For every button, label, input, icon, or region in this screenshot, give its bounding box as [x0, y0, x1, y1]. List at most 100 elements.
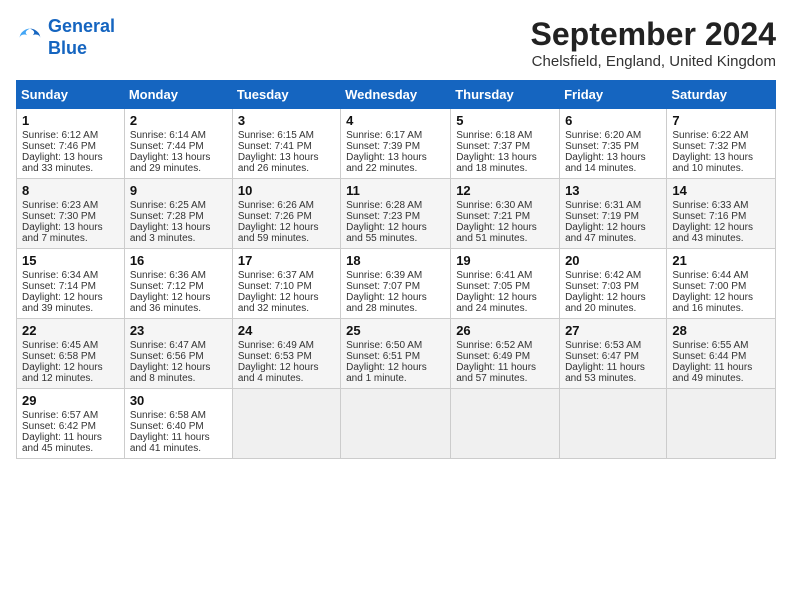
- cell-line: and 28 minutes.: [346, 303, 445, 314]
- day-number: 14: [672, 183, 770, 198]
- day-number: 26: [456, 323, 554, 338]
- calendar-cell: 13Sunrise: 6:31 AMSunset: 7:19 PMDayligh…: [560, 179, 667, 249]
- header-cell-wednesday: Wednesday: [341, 81, 451, 109]
- cell-line: and 51 minutes.: [456, 233, 554, 244]
- cell-line: Daylight: 12 hours: [565, 292, 661, 303]
- logo-text: General Blue: [48, 16, 115, 59]
- calendar-cell: 25 Sunrise: 6:50 AMSunset: 6:51 PMDayligh…: [341, 319, 451, 389]
- day-number: 15: [22, 253, 119, 268]
- day-number: 9: [130, 183, 227, 198]
- cell-line: and 53 minutes.: [565, 373, 661, 384]
- cell-line: Daylight: 11 hours: [456, 362, 554, 373]
- cell-line: Sunrise: 6:25 AM: [130, 200, 227, 211]
- day-number: 22: [22, 323, 119, 338]
- cell-line: Sunrise: 6:12 AM: [22, 130, 119, 141]
- day-number: 16: [130, 253, 227, 268]
- cell-line: and 45 minutes.: [22, 443, 119, 454]
- cell-line: Daylight: 11 hours: [565, 362, 661, 373]
- cell-line: Sunset: 7:46 PM: [22, 141, 119, 152]
- cell-line: and 10 minutes.: [672, 163, 770, 174]
- cell-line: Daylight: 12 hours: [456, 222, 554, 233]
- cell-line: Daylight: 12 hours: [346, 222, 445, 233]
- week-row-2: 8Sunrise: 6:23 AMSunset: 7:30 PMDaylight…: [17, 179, 776, 249]
- cell-line: and 41 minutes.: [130, 443, 227, 454]
- cell-line: Daylight: 11 hours: [672, 362, 770, 373]
- header-cell-thursday: Thursday: [451, 81, 560, 109]
- cell-line: Sunrise: 6:36 AM: [130, 270, 227, 281]
- calendar-cell: 18Sunrise: 6:39 AMSunset: 7:07 PMDayligh…: [341, 249, 451, 319]
- calendar-body: 1 Sunrise: 6:12 AMSunset: 7:46 PM Daylight…: [17, 109, 776, 459]
- calendar-cell: 23Sunrise: 6:47 AMSunset: 6:56 PMDayligh…: [124, 319, 232, 389]
- day-number: 19: [456, 253, 554, 268]
- cell-line: Sunset: 6:58 PM: [22, 351, 119, 362]
- cell-line: and 20 minutes.: [565, 303, 661, 314]
- calendar-cell: 7Sunrise: 6:22 AMSunset: 7:32 PMDaylight…: [667, 109, 776, 179]
- calendar-table: SundayMondayTuesdayWednesdayThursdayFrid…: [16, 80, 776, 459]
- cell-line: Sunrise: 6:58 AM: [130, 410, 227, 421]
- cell-line: Sunrise: 6:33 AM: [672, 200, 770, 211]
- day-number: 1: [22, 113, 119, 128]
- cell-line: Sunrise: 6:44 AM: [672, 270, 770, 281]
- cell-line: Sunset: 7:00 PM: [672, 281, 770, 292]
- calendar-cell: 10Sunrise: 6:26 AMSunset: 7:26 PMDayligh…: [232, 179, 340, 249]
- calendar-cell: 2Sunrise: 6:14 AMSunset: 7:44 PMDaylight…: [124, 109, 232, 179]
- cell-line: and 22 minutes.: [346, 163, 445, 174]
- cell-line: Sunrise: 6:14 AM: [130, 130, 227, 141]
- calendar-cell: 17 Sunrise: 6:37 AMSunset: 7:10 PMDayligh…: [232, 249, 340, 319]
- cell-line: and 24 minutes.: [456, 303, 554, 314]
- day-number: 17: [238, 253, 335, 268]
- cell-line: Sunset: 6:53 PM: [238, 351, 335, 362]
- cell-line: and 36 minutes.: [130, 303, 227, 314]
- calendar-cell: 4Sunrise: 6:17 AMSunset: 7:39 PMDaylight…: [341, 109, 451, 179]
- cell-line: Sunset: 7:21 PM: [456, 211, 554, 222]
- cell-line: and 1 minute.: [346, 373, 445, 384]
- cell-line: and 49 minutes.: [672, 373, 770, 384]
- calendar-cell: 5Sunrise: 6:18 AMSunset: 7:37 PMDaylight…: [451, 109, 560, 179]
- cell-line: Sunrise: 6:30 AM: [456, 200, 554, 211]
- month-title: September 2024: [531, 16, 776, 53]
- header-cell-tuesday: Tuesday: [232, 81, 340, 109]
- day-number: 6: [565, 113, 661, 128]
- header-cell-saturday: Saturday: [667, 81, 776, 109]
- week-row-5: 29Sunrise: 6:57 AMSunset: 6:42 PMDayligh…: [17, 389, 776, 459]
- week-row-4: 22Sunrise: 6:45 AMSunset: 6:58 PMDayligh…: [17, 319, 776, 389]
- cell-line: Sunset: 7:12 PM: [130, 281, 227, 292]
- day-number: 25: [346, 323, 445, 338]
- cell-line: and 29 minutes.: [130, 163, 227, 174]
- cell-line: Daylight: 13 hours: [346, 152, 445, 163]
- calendar-cell: 29Sunrise: 6:57 AMSunset: 6:42 PMDayligh…: [17, 389, 125, 459]
- cell-line: Daylight: 12 hours: [346, 362, 445, 373]
- day-number: 12: [456, 183, 554, 198]
- cell-line: Daylight: 13 hours: [238, 152, 335, 163]
- calendar-cell: 16Sunrise: 6:36 AMSunset: 7:12 PMDayligh…: [124, 249, 232, 319]
- cell-line: Daylight: 12 hours: [22, 362, 119, 373]
- cell-line: Sunrise: 6:28 AM: [346, 200, 445, 211]
- cell-line: and 7 minutes.: [22, 233, 119, 244]
- cell-line: Sunset: 7:10 PM: [238, 281, 335, 292]
- cell-line: Sunrise: 6:41 AM: [456, 270, 554, 281]
- cell-line: Sunrise: 6:37 AM: [238, 270, 335, 281]
- cell-line: Sunset: 6:51 PM: [346, 351, 445, 362]
- cell-line: Daylight: 12 hours: [565, 222, 661, 233]
- cell-line: and 3 minutes.: [130, 233, 227, 244]
- cell-line: Daylight: 11 hours: [130, 432, 227, 443]
- cell-line: Daylight: 12 hours: [130, 362, 227, 373]
- cell-line: Sunrise: 6:17 AM: [346, 130, 445, 141]
- cell-line: Sunset: 7:03 PM: [565, 281, 661, 292]
- day-number: 4: [346, 113, 445, 128]
- location: Chelsfield, England, United Kingdom: [531, 53, 776, 70]
- cell-line: Sunrise: 6:22 AM: [672, 130, 770, 141]
- cell-line: and 8 minutes.: [130, 373, 227, 384]
- cell-line: Daylight: 13 hours: [130, 152, 227, 163]
- header-cell-sunday: Sunday: [17, 81, 125, 109]
- calendar-cell: 19Sunrise: 6:41 AMSunset: 7:05 PMDayligh…: [451, 249, 560, 319]
- cell-line: and 33 minutes.: [22, 163, 119, 174]
- cell-line: Sunrise: 6:52 AM: [456, 340, 554, 351]
- cell-line: and 14 minutes.: [565, 163, 661, 174]
- cell-line: Sunset: 6:49 PM: [456, 351, 554, 362]
- cell-line: Sunrise: 6:50 AM: [346, 340, 445, 351]
- calendar-cell: 30Sunrise: 6:58 AMSunset: 6:40 PMDayligh…: [124, 389, 232, 459]
- cell-line: and 47 minutes.: [565, 233, 661, 244]
- cell-line: Sunset: 6:40 PM: [130, 421, 227, 432]
- cell-line: Daylight: 12 hours: [238, 292, 335, 303]
